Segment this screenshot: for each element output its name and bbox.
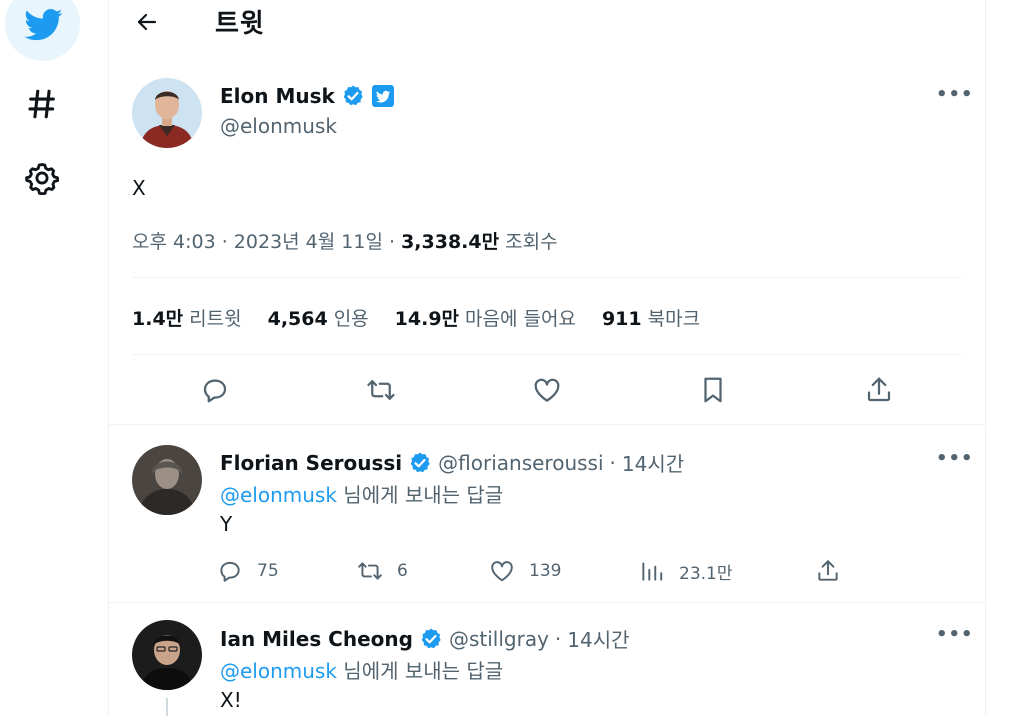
reply-count: 75 [257, 561, 279, 581]
reply-text: X! [220, 688, 242, 712]
left-nav [0, 0, 108, 716]
reply-avatar[interactable] [132, 445, 202, 515]
bookmarks-label: 북마크 [647, 308, 701, 330]
reply-time-separator: · [609, 450, 616, 475]
quotes-count: 4,564 [267, 308, 328, 330]
more-options-button[interactable]: ••• [936, 624, 974, 645]
reply-author-handle[interactable]: @florianseroussi [438, 451, 603, 475]
retweets-count: 1.4만 [132, 308, 184, 330]
avatar-image [132, 620, 202, 690]
avatar-image [132, 78, 202, 148]
gear-icon [25, 163, 59, 195]
share-icon [818, 560, 838, 581]
author-name[interactable]: Elon Musk [220, 84, 335, 108]
quotes-label: 인용 [333, 308, 369, 330]
tweet-time[interactable]: 오후 4:03 [132, 231, 216, 253]
tweet-actions [109, 368, 985, 412]
bookmarks-count: 911 [601, 308, 642, 330]
like-count: 139 [529, 561, 562, 581]
heart-icon [491, 561, 513, 582]
hashtag-icon [28, 89, 55, 119]
views-button[interactable]: 23.1만 [639, 558, 733, 584]
reply-time[interactable]: 14시간 [567, 624, 629, 653]
reply-tweet[interactable]: Florian Seroussi @florianseroussi · 14시간… [109, 424, 985, 602]
back-button[interactable] [133, 8, 161, 36]
retweets-label: 리트윗 [189, 308, 242, 330]
retweet-icon [367, 380, 395, 400]
replying-to: @elonmusk 님에게 보내는 답글 [220, 655, 503, 684]
page-header: 트윗 [109, 0, 985, 44]
share-button[interactable] [815, 558, 841, 584]
like-button[interactable]: 139 [489, 558, 561, 584]
analytics-bars-icon [642, 562, 663, 581]
retweet-button[interactable]: 6 [357, 558, 408, 584]
reply-icon [203, 379, 227, 403]
reply-button[interactable]: 75 [217, 558, 279, 584]
divider [132, 354, 962, 355]
reply-author-name[interactable]: Ian Miles Cheong [220, 627, 413, 651]
arrow-left-icon [137, 13, 157, 31]
explore-nav-item[interactable] [14, 76, 70, 132]
meta-separator: · [382, 231, 402, 253]
main-column: 트윗 Elon Musk @elonmusk ••• X 오후 4:03 · 2… [108, 0, 986, 716]
reply-author-row: Ian Miles Cheong @stillgray · 14시간 [220, 624, 630, 653]
author-handle[interactable]: @elonmusk [220, 114, 337, 138]
divider [132, 277, 962, 278]
heart-icon [534, 378, 560, 402]
tweet-meta: 오후 4:03 · 2023년 4월 11일 · 3,338.4만 조회수 [132, 227, 558, 254]
settings-nav-item[interactable] [14, 150, 70, 206]
view-count: 23.1만 [679, 563, 733, 584]
reply-tweet[interactable]: Ian Miles Cheong @stillgray · 14시간 ••• @… [109, 602, 985, 716]
author-name-row: Elon Musk [220, 84, 395, 108]
reply-text: Y [220, 512, 233, 536]
reply-author-row: Florian Seroussi @florianseroussi · 14시간 [220, 448, 684, 477]
reply-avatar[interactable] [132, 620, 202, 690]
reply-author-name[interactable]: Florian Seroussi [220, 451, 402, 475]
bookmarks-stat[interactable]: 911 북마크 [602, 304, 700, 331]
reply-time-separator: · [554, 626, 562, 651]
view-count-label: 조회수 [505, 231, 558, 253]
likes-label: 마음에 들어요 [465, 308, 576, 330]
verified-badge-icon [421, 628, 441, 648]
retweets-stat[interactable]: 1.4만 리트윗 [132, 304, 242, 331]
bookmark-icon [704, 377, 722, 403]
more-options-button[interactable]: ••• [936, 84, 974, 105]
replying-to-label: 님에게 보내는 답글 [336, 483, 504, 507]
twitter-logo-button[interactable] [5, 0, 80, 61]
avatar-image [132, 445, 202, 515]
retweet-count: 6 [397, 561, 408, 581]
retweet-icon [358, 562, 382, 580]
share-button[interactable] [859, 370, 899, 410]
tweet-date[interactable]: 2023년 4월 11일 [234, 231, 383, 253]
view-count: 3,338.4만 [401, 231, 500, 253]
like-button[interactable] [527, 370, 567, 410]
likes-stat[interactable]: 14.9만 마음에 들어요 [395, 304, 576, 331]
twitter-bird-icon [23, 8, 62, 40]
quotes-stat[interactable]: 4,564 인용 [268, 304, 369, 331]
meta-separator: · [215, 231, 234, 253]
verified-badge-icon [343, 85, 363, 106]
reply-button[interactable] [195, 370, 235, 410]
replying-to: @elonmusk 님에게 보내는 답글 [220, 479, 503, 508]
thread-line [166, 698, 168, 716]
reply-time[interactable]: 14시간 [622, 448, 684, 477]
mention-link[interactable]: @elonmusk [220, 659, 337, 683]
page-title: 트윗 [215, 9, 265, 39]
reply-icon [220, 561, 240, 582]
retweet-button[interactable] [361, 370, 401, 410]
twitter-affiliate-badge-icon [371, 85, 394, 107]
replying-to-label: 님에게 보내는 답글 [336, 659, 504, 683]
mention-link[interactable]: @elonmusk [220, 483, 337, 507]
likes-count: 14.9만 [394, 308, 460, 330]
verified-badge-icon [410, 452, 430, 472]
reply-author-handle[interactable]: @stillgray [449, 627, 549, 651]
tweet-stats: 1.4만 리트윗 4,564 인용 14.9만 마음에 들어요 911 북마크 [132, 304, 700, 331]
tweet-text: X [132, 176, 146, 200]
share-icon [867, 377, 891, 402]
more-options-button[interactable]: ••• [936, 448, 974, 469]
author-avatar[interactable] [132, 78, 202, 148]
bookmark-button[interactable] [693, 370, 733, 410]
